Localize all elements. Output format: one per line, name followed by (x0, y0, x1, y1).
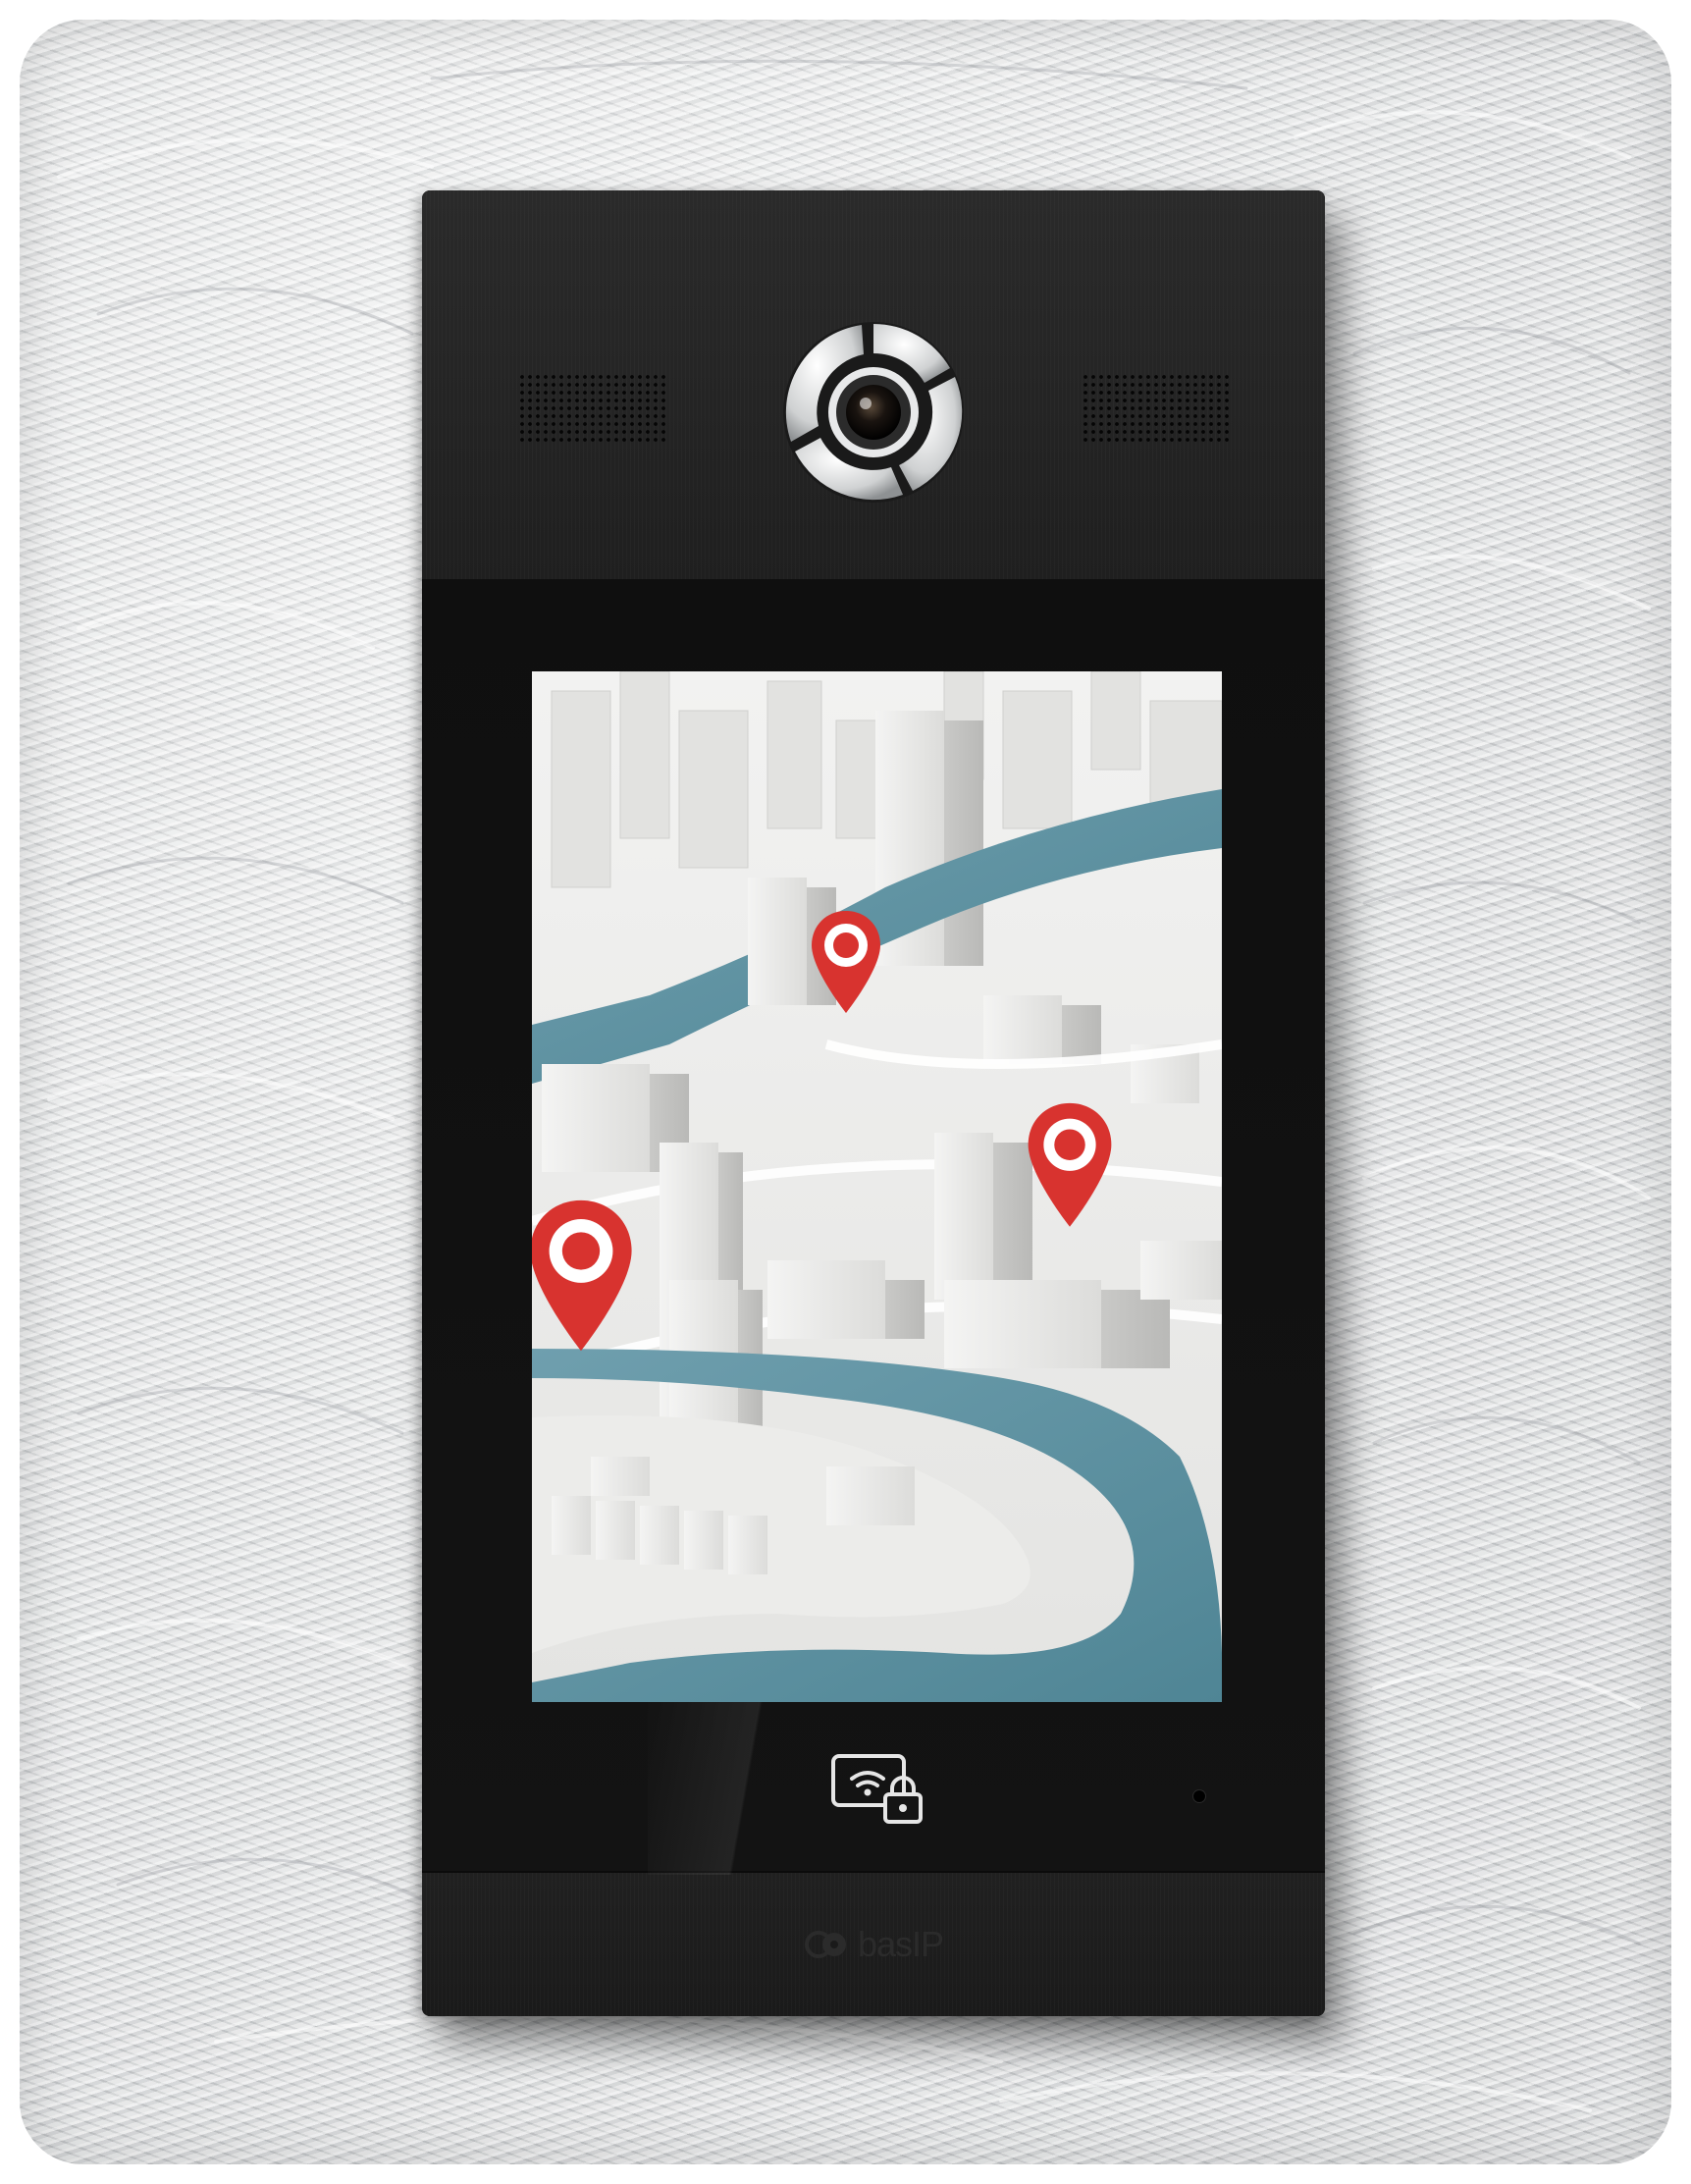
brand-name: basIP (858, 1924, 944, 1964)
bas-ip-logo-icon (805, 1931, 846, 1958)
map-pin-icon (812, 911, 880, 1013)
map-pin-icon (1028, 1102, 1112, 1227)
display-screen (532, 671, 1222, 1702)
map-pin-icon (532, 1199, 632, 1352)
speaker-grille-right-icon (1082, 373, 1229, 442)
card-reader-icon (830, 1753, 925, 1824)
city-map-image (532, 671, 1222, 1702)
brand-logo: basIP (805, 1920, 944, 1969)
camera-lens-icon (777, 316, 970, 508)
microphone-hole (1193, 1790, 1205, 1802)
speaker-grille-left-icon (518, 373, 665, 442)
